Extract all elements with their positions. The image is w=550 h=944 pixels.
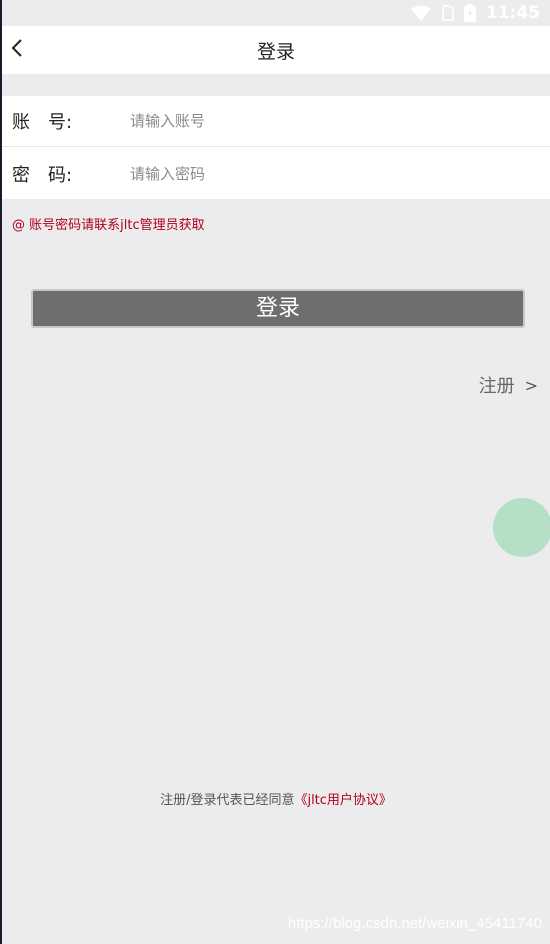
- password-row: 密 码:: [2, 148, 550, 199]
- status-time: 11:45: [485, 3, 540, 23]
- login-button[interactable]: 登录: [31, 289, 525, 328]
- page-title: 登录: [256, 41, 295, 63]
- credentials-hint: @ 账号密码请联系jltc管理员获取: [12, 218, 205, 233]
- status-bar: 11:45: [2, 0, 550, 26]
- status-icons: 11:45: [410, 1, 540, 25]
- password-input[interactable]: [130, 158, 510, 189]
- user-agreement-link[interactable]: 《jltc用户协议》: [294, 793, 391, 808]
- wifi-icon: [410, 5, 432, 22]
- register-link[interactable]: 注册 >: [479, 372, 538, 398]
- sim-icon: [442, 5, 454, 21]
- account-row: 账 号:: [2, 96, 550, 147]
- floating-button[interactable]: [493, 498, 550, 557]
- agreement-text: 注册/登录代表已经同意《jltc用户协议》: [2, 789, 550, 808]
- password-label: 密 码:: [12, 164, 73, 186]
- battery-icon: [463, 4, 476, 22]
- register-label: 注册: [478, 376, 515, 397]
- login-form: 账 号: 密 码:: [2, 96, 550, 199]
- nav-bar: 登录: [2, 26, 550, 74]
- agreement-prefix: 注册/登录代表已经同意: [160, 793, 295, 808]
- account-input[interactable]: [130, 106, 510, 136]
- watermark: https://blog.csdn.net/weixin_45411740: [287, 915, 542, 932]
- chevron-right-icon: >: [524, 375, 538, 395]
- account-label: 账 号:: [12, 112, 73, 133]
